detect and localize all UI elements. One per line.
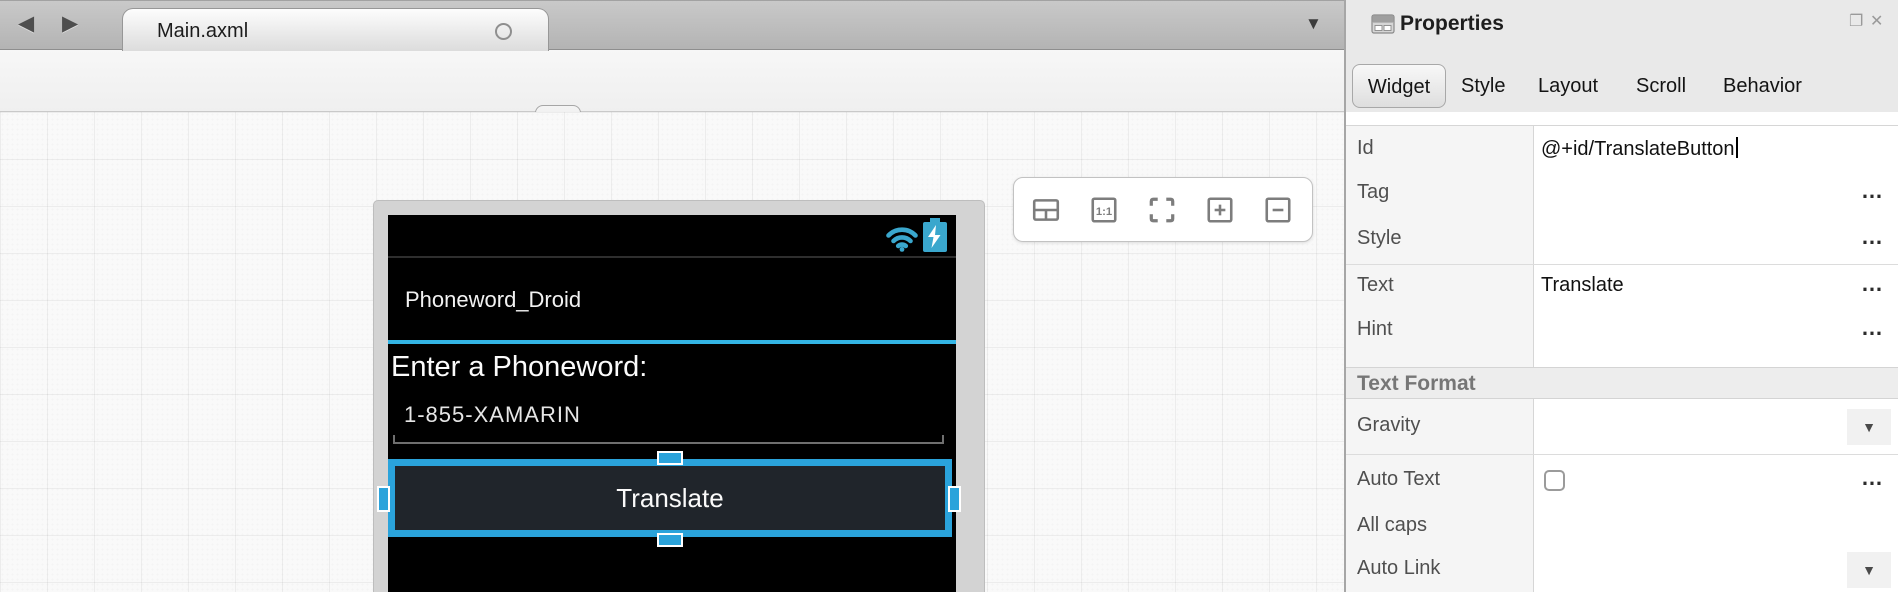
text-cursor	[1736, 137, 1738, 158]
property-row-auto-link[interactable]: Auto Link ▼	[1346, 545, 1898, 592]
gravity-dropdown-button[interactable]: ▼	[1847, 409, 1891, 445]
app-title: Phoneword_Droid	[405, 287, 581, 313]
hint-more-button[interactable]: …	[1861, 315, 1884, 341]
text-value[interactable]: Translate	[1541, 274, 1624, 297]
id-value-input[interactable]: @+id/TranslateButton	[1541, 137, 1738, 161]
auto-link-label: Auto Link	[1357, 557, 1440, 580]
dock-icon[interactable]: ❐	[1849, 11, 1863, 31]
property-row-gravity[interactable]: Gravity ▼	[1346, 399, 1898, 454]
text-label: Text	[1357, 274, 1394, 297]
actual-size-label: 1:1	[1096, 206, 1112, 218]
id-label: Id	[1357, 137, 1374, 160]
tab-overflow-icon[interactable]: ▼	[1305, 14, 1322, 34]
nav-forward-icon[interactable]: ▶	[62, 11, 78, 36]
property-row-all-caps[interactable]: All caps	[1346, 503, 1898, 545]
gravity-label: Gravity	[1357, 414, 1420, 437]
property-row-text[interactable]: Text Translate …	[1346, 265, 1898, 309]
properties-grid: Id @+id/TranslateButton Tag … Style … Te…	[1346, 125, 1898, 592]
split-view-button[interactable]	[1031, 195, 1061, 225]
tab-status-circle-icon[interactable]	[495, 23, 512, 40]
translate-button-selected[interactable]: Translate	[388, 459, 952, 537]
tab-style[interactable]: Style	[1461, 64, 1505, 108]
designer-toolbar: Alternative Layout 3.7" WVGA (Nexus One)…	[0, 50, 1345, 112]
style-label: Style	[1357, 227, 1401, 250]
designer-window: ◀ ▶ Main.axml ▼ Alternative Layout 3.7" …	[0, 0, 1898, 592]
chevron-down-icon: ▼	[1862, 419, 1876, 435]
section-text-format: Text Format	[1346, 367, 1898, 399]
properties-panel: Properties ❐ ✕ Widget Style Layout Scrol…	[1346, 0, 1898, 592]
zoom-out-button[interactable]	[1263, 195, 1293, 225]
battery-charging-icon	[922, 218, 948, 253]
auto-link-dropdown-button[interactable]: ▼	[1847, 552, 1891, 588]
zoom-in-button[interactable]	[1205, 195, 1235, 225]
status-bar	[388, 215, 956, 258]
nav-back-icon[interactable]: ◀	[18, 11, 34, 36]
text-more-button[interactable]: …	[1861, 271, 1884, 297]
tab-bar: ◀ ▶ Main.axml ▼	[0, 0, 1345, 50]
close-icon[interactable]: ✕	[1870, 11, 1883, 31]
property-row-id[interactable]: Id @+id/TranslateButton	[1346, 126, 1898, 171]
translate-button-label: Translate	[616, 483, 723, 514]
actual-size-button[interactable]: 1:1	[1089, 195, 1119, 225]
device-screen[interactable]: Phoneword_Droid Enter a Phoneword: 1-855…	[388, 215, 956, 592]
all-caps-label: All caps	[1357, 514, 1427, 537]
property-row-tag[interactable]: Tag …	[1346, 171, 1898, 215]
properties-panel-icon	[1371, 13, 1395, 35]
selection-handle-left[interactable]	[377, 486, 390, 512]
phoneword-prompt-label[interactable]: Enter a Phoneword:	[391, 351, 647, 384]
selection-handle-bottom[interactable]	[657, 533, 683, 547]
tab-title: Main.axml	[157, 20, 248, 43]
section-text-format-label: Text Format	[1357, 372, 1476, 396]
tab-widget[interactable]: Widget	[1352, 64, 1446, 108]
edittext-underline	[393, 435, 944, 444]
wifi-icon	[884, 222, 920, 252]
tab-main-axml[interactable]: Main.axml	[122, 8, 549, 51]
tag-more-button[interactable]: …	[1861, 178, 1884, 204]
chevron-down-icon: ▼	[1862, 562, 1876, 578]
canvas-zoom-toolbar: 1:1	[1013, 177, 1313, 242]
auto-text-checkbox[interactable]	[1544, 470, 1565, 491]
tag-label: Tag	[1357, 181, 1389, 204]
phoneword-input-value[interactable]: 1-855-XAMARIN	[404, 402, 581, 428]
property-row-style[interactable]: Style …	[1346, 215, 1898, 263]
selection-handle-right[interactable]	[948, 486, 961, 512]
property-row-auto-text[interactable]: Auto Text …	[1346, 455, 1898, 503]
tab-behavior[interactable]: Behavior	[1723, 64, 1802, 108]
hint-label: Hint	[1357, 318, 1393, 341]
style-more-button[interactable]: …	[1861, 224, 1884, 250]
panel-divider[interactable]	[1344, 0, 1346, 592]
tab-scroll[interactable]: Scroll	[1636, 64, 1686, 108]
properties-title: Properties	[1400, 12, 1504, 36]
property-row-hint[interactable]: Hint …	[1346, 309, 1898, 354]
action-bar-divider	[388, 340, 956, 344]
fit-to-view-button[interactable]	[1147, 195, 1177, 225]
properties-header: Properties ❐ ✕ Widget Style Layout Scrol…	[1346, 0, 1898, 112]
auto-text-more-button[interactable]: …	[1861, 465, 1884, 491]
auto-text-label: Auto Text	[1357, 468, 1440, 491]
selection-handle-top[interactable]	[657, 451, 683, 465]
tab-layout[interactable]: Layout	[1538, 64, 1598, 108]
